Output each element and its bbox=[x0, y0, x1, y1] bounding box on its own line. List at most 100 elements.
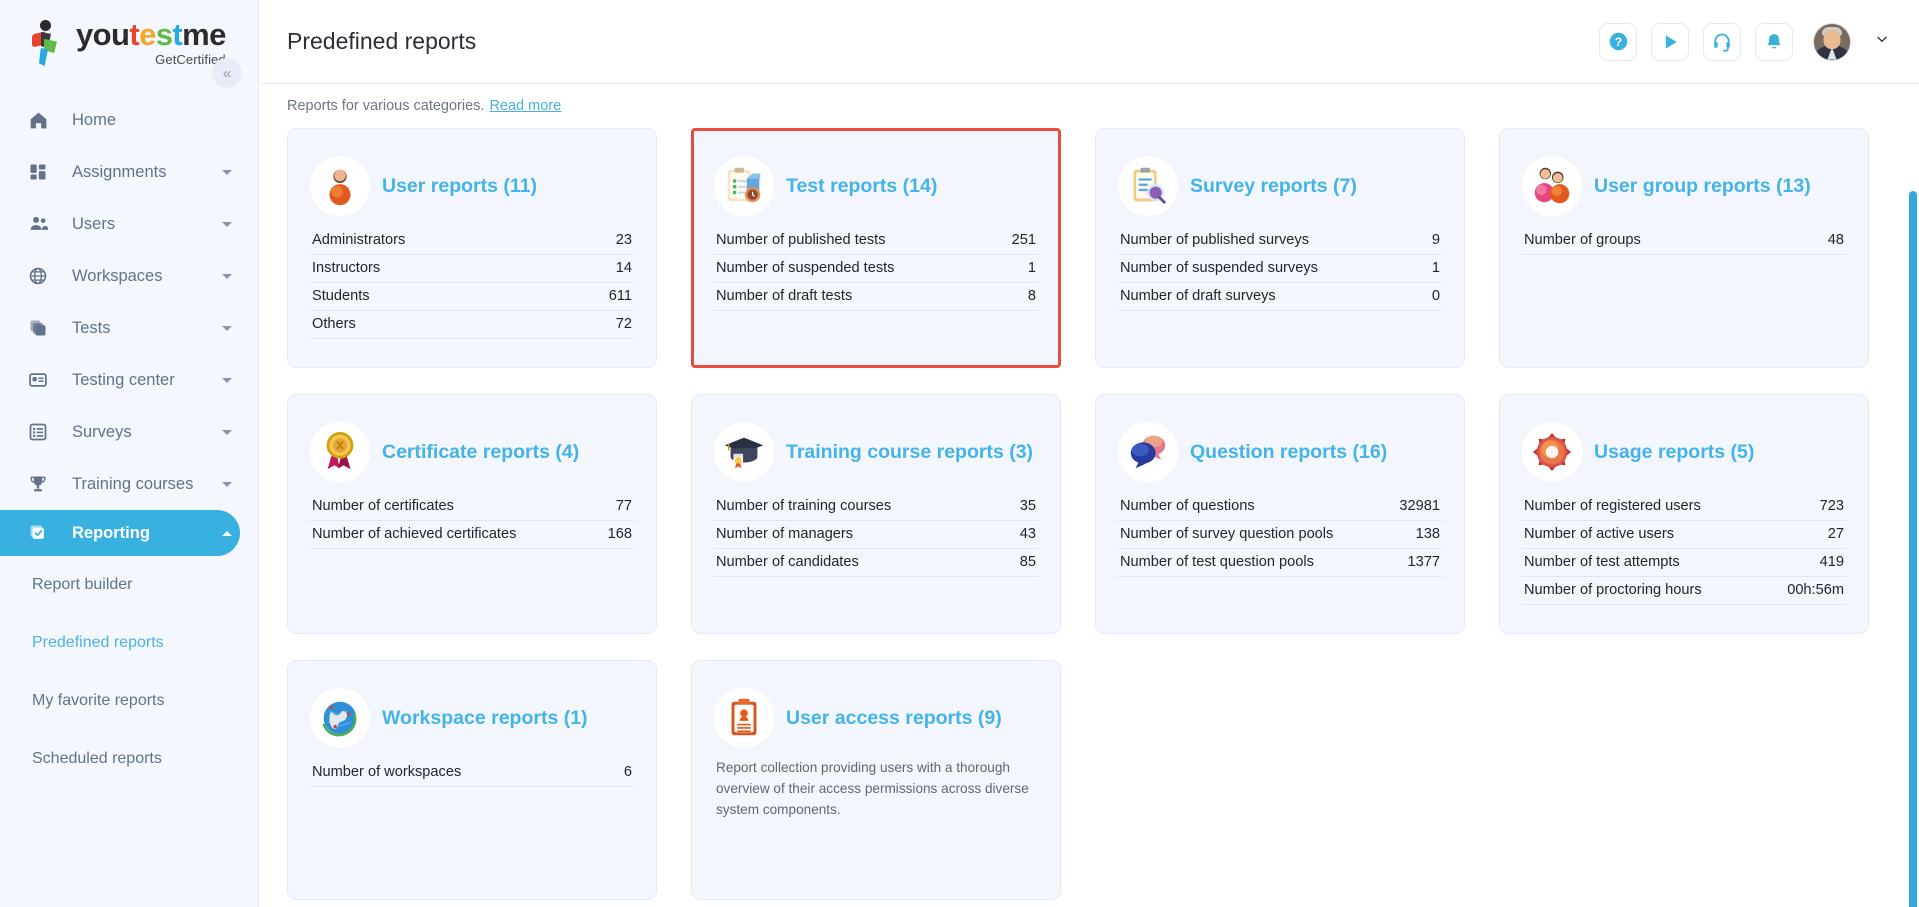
sidebar-item-home[interactable]: Home bbox=[0, 94, 258, 146]
card-stat-row: Instructors 14 bbox=[310, 255, 634, 283]
card-title[interactable]: Question reports (16) bbox=[1190, 441, 1387, 464]
scrollbar-thumb[interactable] bbox=[1909, 191, 1917, 907]
chevron-down-icon bbox=[222, 326, 232, 331]
report-card-survey-reports[interactable]: Survey reports (7) Number of published su… bbox=[1095, 128, 1465, 368]
trophy-icon bbox=[28, 473, 52, 495]
user-reports-icon bbox=[310, 156, 370, 216]
card-header: Usage reports (5) bbox=[1522, 417, 1846, 487]
card-stat-value: 419 bbox=[1819, 554, 1844, 570]
sidebar-item-users[interactable]: Users bbox=[0, 198, 258, 250]
main-content: Predefined reports ? Reports for various… bbox=[259, 0, 1919, 907]
avatar[interactable] bbox=[1813, 22, 1851, 61]
sidebar-subitem-scheduled-reports[interactable]: Scheduled reports bbox=[0, 730, 258, 788]
card-stat-value: 72 bbox=[615, 316, 632, 332]
sidebar-subitem-label: Predefined reports bbox=[32, 634, 164, 651]
report-card-usage-reports[interactable]: Usage reports (5) Number of registered us… bbox=[1499, 394, 1869, 634]
card-stat-value: 251 bbox=[1011, 232, 1036, 248]
card-stat-row: Number of survey question pools 138 bbox=[1118, 521, 1442, 549]
report-card-certificate-reports[interactable]: Certificate reports (4) Number of certifi… bbox=[287, 394, 657, 634]
card-stat-list: Number of groups 48 bbox=[1522, 227, 1846, 255]
sidebar-subitem-my-favorite-reports[interactable]: My favorite reports bbox=[0, 672, 258, 730]
card-stat-list: Number of training courses 35 Number of ma… bbox=[714, 493, 1038, 577]
chevron-down-icon bbox=[222, 378, 232, 383]
card-stat-row: Administrators 23 bbox=[310, 227, 634, 255]
sidebar-item-workspaces[interactable]: Workspaces bbox=[0, 250, 258, 302]
certificate-reports-icon bbox=[310, 422, 370, 482]
report-card-question-reports[interactable]: Question reports (16) Number of questions… bbox=[1095, 394, 1465, 634]
card-stat-label: Administrators bbox=[312, 232, 406, 248]
card-stat-label: Number of groups bbox=[1524, 232, 1641, 248]
support-button[interactable] bbox=[1703, 22, 1741, 61]
sidebar-item-reporting[interactable]: Reporting bbox=[0, 510, 240, 556]
card-stat-row: Number of groups 48 bbox=[1522, 227, 1846, 255]
card-stat-label: Others bbox=[312, 316, 356, 332]
card-stat-list: Administrators 23 Instructors 14 Students 611… bbox=[310, 227, 634, 339]
card-stat-list: Number of workspaces 6 bbox=[310, 759, 634, 787]
notifications-button[interactable] bbox=[1755, 22, 1793, 61]
play-icon bbox=[1665, 34, 1677, 49]
card-title[interactable]: Certificate reports (4) bbox=[382, 441, 579, 464]
tests-icon bbox=[28, 317, 52, 339]
card-title[interactable]: Usage reports (5) bbox=[1594, 441, 1754, 464]
card-stat-row: Number of draft surveys 0 bbox=[1118, 283, 1442, 311]
card-title[interactable]: User access reports (9) bbox=[786, 707, 1002, 730]
sidebar-item-training-courses[interactable]: Training courses bbox=[0, 458, 258, 510]
card-stat-label: Number of published tests bbox=[716, 232, 886, 248]
card-stat-value: 32981 bbox=[1399, 498, 1440, 514]
card-stat-row: Students 611 bbox=[310, 283, 634, 311]
card-title[interactable]: User group reports (13) bbox=[1594, 175, 1811, 198]
chevron-up-icon bbox=[222, 531, 232, 536]
sidebar-item-tests[interactable]: Tests bbox=[0, 302, 258, 354]
card-stat-label: Number of workspaces bbox=[312, 764, 462, 780]
card-title[interactable]: Test reports (14) bbox=[786, 175, 937, 198]
card-stat-label: Number of draft surveys bbox=[1120, 288, 1276, 304]
card-header: Question reports (16) bbox=[1118, 417, 1442, 487]
chevron-down-icon[interactable] bbox=[1875, 32, 1889, 51]
card-stat-value: 77 bbox=[615, 498, 632, 514]
card-header: Survey reports (7) bbox=[1118, 151, 1442, 221]
scrollbar-track[interactable] bbox=[1907, 84, 1919, 907]
report-card-user-access-reports[interactable]: User access reports (9) Report collection… bbox=[691, 660, 1061, 900]
card-stat-value: 1 bbox=[1431, 260, 1440, 276]
report-card-training-course-reports[interactable]: Training course reports (3) Number of tra… bbox=[691, 394, 1061, 634]
play-tour-button[interactable] bbox=[1651, 22, 1689, 61]
sidebar-subitem-predefined-reports[interactable]: Predefined reports bbox=[0, 614, 258, 672]
card-stat-value: 168 bbox=[607, 526, 632, 542]
card-title[interactable]: Survey reports (7) bbox=[1190, 175, 1357, 198]
user-group-reports-icon bbox=[1522, 156, 1582, 216]
sidebar-item-testing-center[interactable]: Testing center bbox=[0, 354, 258, 406]
card-title[interactable]: Training course reports (3) bbox=[786, 441, 1033, 464]
card-stat-label: Number of test attempts bbox=[1524, 554, 1680, 570]
app-root: youtestme GetCertified « Home Assignments… bbox=[0, 0, 1919, 907]
card-stat-value: 35 bbox=[1019, 498, 1036, 514]
read-more-link[interactable]: Read more bbox=[489, 98, 561, 114]
card-stat-label: Number of suspended surveys bbox=[1120, 260, 1318, 276]
card-stat-row: Number of proctoring hours 00h:56m bbox=[1522, 577, 1846, 605]
report-card-user-group-reports[interactable]: User group reports (13) Number of groups 4… bbox=[1499, 128, 1869, 368]
card-stat-label: Number of registered users bbox=[1524, 498, 1701, 514]
sidebar-item-assignments[interactable]: Assignments bbox=[0, 146, 258, 198]
card-header: User access reports (9) bbox=[714, 683, 1038, 753]
subtitle-text: Reports for various categories. bbox=[287, 98, 485, 114]
card-stat-row: Number of certificates 77 bbox=[310, 493, 634, 521]
sidebar-collapse-button[interactable]: « bbox=[212, 58, 242, 88]
report-card-user-reports[interactable]: User reports (11) Administrators 23 Instruc… bbox=[287, 128, 657, 368]
sidebar-item-surveys[interactable]: Surveys bbox=[0, 406, 258, 458]
card-title[interactable]: User reports (11) bbox=[382, 175, 537, 198]
card-stat-row: Number of training courses 35 bbox=[714, 493, 1038, 521]
report-card-workspace-reports[interactable]: Workspace reports (1) Number of workspace… bbox=[287, 660, 657, 900]
sidebar-subitem-report-builder[interactable]: Report builder bbox=[0, 556, 258, 614]
card-stat-row: Number of managers 43 bbox=[714, 521, 1038, 549]
report-card-test-reports[interactable]: Test reports (14) Number of published tes… bbox=[691, 128, 1061, 368]
sidebar: youtestme GetCertified « Home Assignments… bbox=[0, 0, 259, 907]
help-button[interactable]: ? bbox=[1599, 22, 1637, 61]
card-title[interactable]: Workspace reports (1) bbox=[382, 707, 588, 730]
notifications-bell-icon bbox=[1767, 33, 1781, 48]
sidebar-item-label: Tests bbox=[72, 318, 111, 337]
top-bar: Predefined reports ? bbox=[259, 0, 1919, 84]
card-stat-value: 48 bbox=[1827, 232, 1844, 248]
usage-reports-icon bbox=[1522, 422, 1582, 482]
card-stat-value: 9 bbox=[1431, 232, 1440, 248]
top-actions: ? bbox=[1599, 22, 1889, 61]
card-stat-value: 0 bbox=[1431, 288, 1440, 304]
